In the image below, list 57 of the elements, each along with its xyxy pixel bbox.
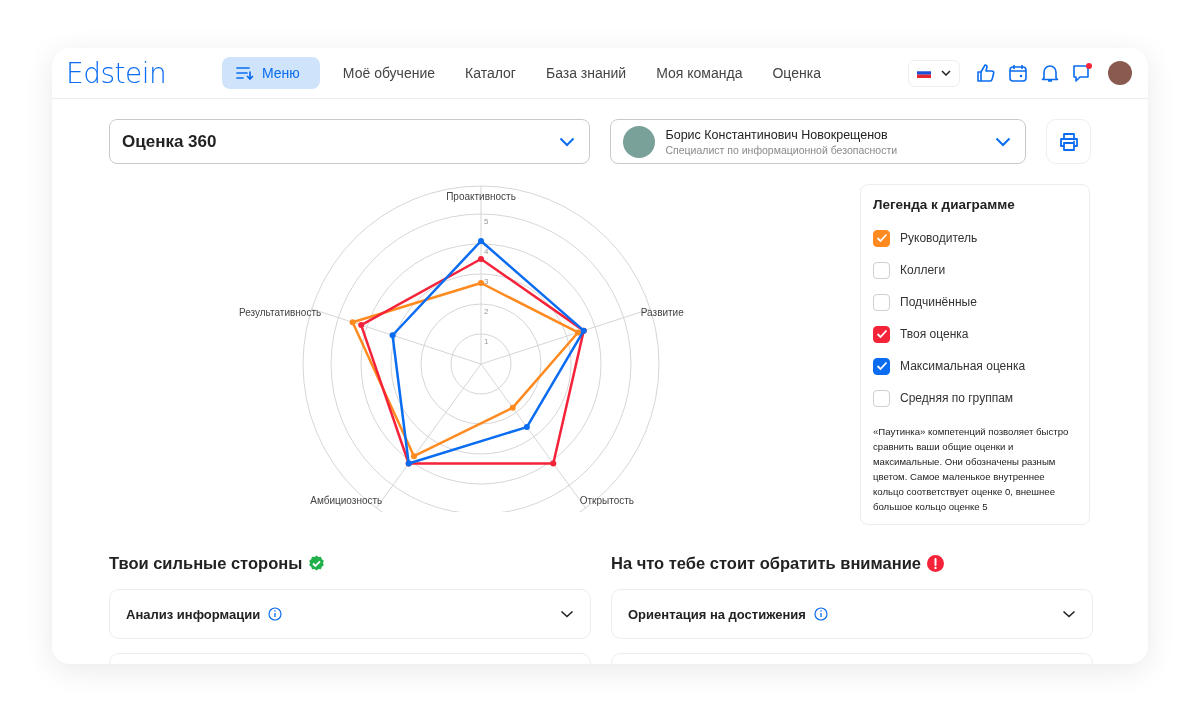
calendar-icon[interactable] — [1008, 63, 1028, 83]
axis-label: Развитие — [640, 307, 684, 319]
info-icon — [268, 607, 283, 621]
axis-label: Проактивность — [446, 191, 516, 202]
nav-link[interactable]: Моё обучение — [342, 65, 436, 81]
warning-icon — [926, 554, 944, 572]
employee-name: Борис Константинович Новокрещенов — [665, 127, 889, 142]
employee-position: Специалист по информационной безопасности — [665, 143, 899, 156]
ring-label: 2 — [484, 307, 489, 316]
language-dropdown[interactable] — [908, 59, 960, 87]
checkbox[interactable] — [873, 357, 890, 375]
legend-label: Максимальная оценка — [900, 359, 1026, 373]
nav-link[interactable]: База знаний — [545, 65, 627, 81]
accordion-item[interactable]: Анализ информации — [109, 589, 591, 639]
info-icon — [813, 607, 828, 621]
logo[interactable]: Edstein — [66, 56, 222, 90]
legend-label: Руководитель — [900, 231, 978, 245]
ring-label: 3 — [484, 277, 489, 286]
ring-label: 1 — [484, 337, 489, 346]
axis-label: Открытость — [579, 494, 635, 506]
thumbs-up-icon[interactable] — [976, 63, 996, 83]
legend-label: Твоя оценка — [900, 327, 969, 341]
check-badge-icon — [308, 554, 326, 572]
bell-icon[interactable] — [1040, 63, 1060, 83]
chevron-down-icon — [941, 70, 951, 76]
legend-label: Средняя по группам — [900, 391, 1014, 405]
legend-title: Легенда к диаграмме — [873, 197, 1016, 212]
section-title: На что тебе стоит обратить внимание — [611, 553, 921, 573]
chevron-down-icon — [995, 136, 1012, 147]
checkmark-icon — [875, 233, 888, 243]
menu-icon — [236, 65, 254, 81]
print-button[interactable] — [1046, 119, 1091, 164]
checkmark-icon — [875, 329, 888, 339]
section-title: Твои сильные стороны — [109, 553, 303, 573]
printer-icon — [1057, 130, 1080, 153]
axis-label: Амбициозность — [310, 494, 383, 506]
nav-link[interactable]: Оценка — [772, 65, 821, 81]
chevron-down-icon — [559, 136, 576, 147]
legend-description: «Паутинка» компетенций позволяет быстро сравнить ваши общие оценки и максимальные. Они обозначены разным цветом. Самое маленькое внутреннее кольцо соответствует оценке 0, внешнее большое кольцо оценке 5 — [873, 425, 1070, 514]
nav-link[interactable]: Каталог — [465, 65, 516, 81]
user-avatar[interactable] — [1108, 61, 1132, 85]
ring-label: 4 — [484, 247, 489, 256]
checkbox[interactable] — [873, 229, 890, 247]
menu-button[interactable]: Меню — [222, 57, 320, 89]
flag-icon — [917, 68, 931, 78]
legend-label: Коллеги — [900, 263, 946, 277]
ring-label: 5 — [484, 217, 489, 226]
legend-label: Подчинённые — [900, 295, 977, 309]
employee-avatar — [623, 125, 656, 158]
nav-link[interactable]: Моя команда — [656, 65, 743, 81]
axis-label: Результативность — [238, 307, 322, 319]
chat-icon[interactable] — [1072, 63, 1094, 83]
checkbox[interactable] — [873, 325, 890, 343]
employee-dropdown[interactable]: Борис Константинович Новокрещенов Специалист по информационной безопасности — [610, 119, 1027, 164]
assessment-dropdown[interactable]: Оценка 360 — [109, 119, 591, 164]
checkmark-icon — [875, 361, 888, 371]
accordion-item[interactable]: Ориентация на достижения — [611, 589, 1093, 639]
